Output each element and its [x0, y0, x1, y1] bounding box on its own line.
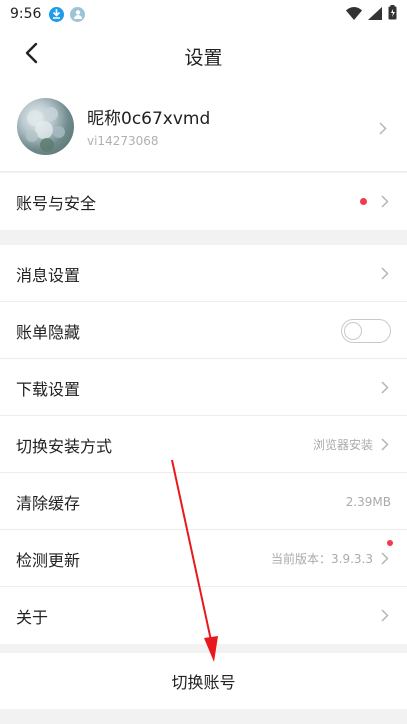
signal-icon — [368, 5, 382, 24]
chevron-right-icon — [379, 266, 391, 282]
chevron-right-icon — [377, 120, 389, 136]
install-method-value: 浏览器安装 — [312, 438, 373, 452]
row-label: 清除缓存 — [16, 493, 81, 513]
status-time: 9:56 — [10, 6, 42, 22]
row-right — [379, 380, 391, 396]
avatar-notification-icon — [70, 6, 86, 22]
row-right — [360, 194, 391, 210]
row-right — [379, 266, 391, 282]
row-right: 浏览器安装 — [313, 436, 391, 453]
download-notification-icon — [49, 6, 65, 22]
page-title: 设置 — [184, 47, 223, 69]
status-bar: 9:56 — [0, 0, 407, 28]
chevron-right-icon — [379, 437, 391, 453]
wifi-icon — [346, 5, 362, 24]
about-row[interactable]: 关于 — [0, 587, 407, 644]
current-version-value: 当前版本：3.9.3.3 — [271, 552, 373, 566]
bill-hide-toggle[interactable] — [341, 318, 391, 343]
chevron-right-icon — [379, 608, 391, 624]
row-right — [379, 608, 391, 624]
switch-account-button[interactable]: 切换账号 — [0, 653, 407, 709]
status-right-icons — [346, 4, 397, 24]
row-label: 消息设置 — [16, 265, 81, 285]
chevron-right-icon — [379, 380, 391, 396]
row-right — [341, 318, 391, 343]
battery-icon — [388, 4, 397, 24]
row-label: 账号与安全 — [16, 193, 97, 213]
cache-size-value: 2.39MB — [345, 494, 391, 509]
settings-screen: 9:56 设置 昵称0c67xvmd vi14273068 账号与安全 消息设置… — [0, 0, 407, 724]
header: 设置 — [0, 28, 407, 84]
clear-cache-row[interactable]: 清除缓存 2.39MB — [0, 473, 407, 530]
check-update-row[interactable]: 检测更新 当前版本：3.9.3.3 — [0, 530, 407, 587]
bill-hide-row: 账单隐藏 — [0, 302, 407, 359]
profile-user-id: vi14273068 — [87, 134, 159, 148]
install-method-row[interactable]: 切换安装方式 浏览器安装 — [0, 416, 407, 473]
download-settings-row[interactable]: 下载设置 — [0, 359, 407, 416]
notification-dot — [360, 198, 367, 205]
update-dot — [387, 540, 393, 546]
profile-row[interactable]: 昵称0c67xvmd vi14273068 — [0, 84, 407, 172]
row-label: 检测更新 — [16, 550, 81, 570]
message-settings-row[interactable]: 消息设置 — [0, 245, 407, 302]
chevron-right-icon — [379, 551, 391, 567]
row-label: 账单隐藏 — [16, 322, 81, 342]
profile-nickname: 昵称0c67xvmd — [87, 109, 211, 129]
chevron-right-icon — [379, 194, 391, 210]
row-label: 关于 — [16, 607, 49, 627]
account-security-row[interactable]: 账号与安全 — [0, 173, 407, 230]
row-right: 当前版本：3.9.3.3 — [271, 540, 393, 567]
toggle-knob — [344, 321, 362, 340]
avatar — [17, 98, 74, 155]
row-label: 切换安装方式 — [16, 436, 113, 456]
row-label: 下载设置 — [16, 379, 81, 399]
row-right: 2.39MB — [346, 495, 391, 509]
